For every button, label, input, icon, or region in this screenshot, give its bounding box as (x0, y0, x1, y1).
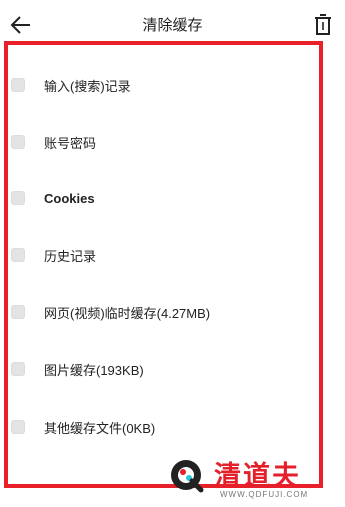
trash-icon (315, 14, 331, 35)
checkbox[interactable] (11, 362, 25, 376)
item-label: 网页(视频)临时缓存(4.27MB) (44, 305, 211, 321)
item-label: Cookies (44, 190, 95, 206)
list-item[interactable]: 网页(视频)临时缓存(4.27MB) (0, 297, 320, 327)
item-label: 其他缓存文件(0KB) (44, 420, 156, 436)
watermark: 清道夫 WWW.QDFUJI.COM (158, 450, 343, 505)
list-item[interactable]: 图片缓存(193KB) (0, 354, 320, 384)
list-item[interactable]: 历史记录 (0, 240, 320, 270)
delete-button[interactable] (311, 12, 335, 38)
watermark-logo-icon (171, 460, 204, 493)
clear-cache-screen: 清除缓存 输入(搜索)记录 账号密码 Cookies 历史记录 网页(视频)临时… (0, 0, 345, 507)
watermark-url: WWW.QDFUJI.COM (220, 490, 309, 499)
item-label: 历史记录 (44, 248, 97, 264)
checkbox[interactable] (11, 248, 25, 262)
checkbox[interactable] (11, 191, 25, 205)
checkbox[interactable] (11, 420, 25, 434)
checkbox[interactable] (11, 305, 25, 319)
page-title: 清除缓存 (142, 16, 203, 34)
list-item[interactable]: 输入(搜索)记录 (0, 70, 320, 100)
item-label: 图片缓存(193KB) (44, 362, 144, 378)
item-label: 输入(搜索)记录 (44, 78, 131, 94)
checkbox[interactable] (11, 78, 25, 92)
list-item[interactable]: 账号密码 (0, 127, 320, 157)
list-item[interactable]: Cookies (0, 183, 320, 213)
checkbox[interactable] (11, 135, 25, 149)
item-label: 账号密码 (44, 135, 97, 151)
list-item[interactable]: 其他缓存文件(0KB) (0, 412, 320, 442)
watermark-name: 清道夫 (214, 461, 301, 492)
